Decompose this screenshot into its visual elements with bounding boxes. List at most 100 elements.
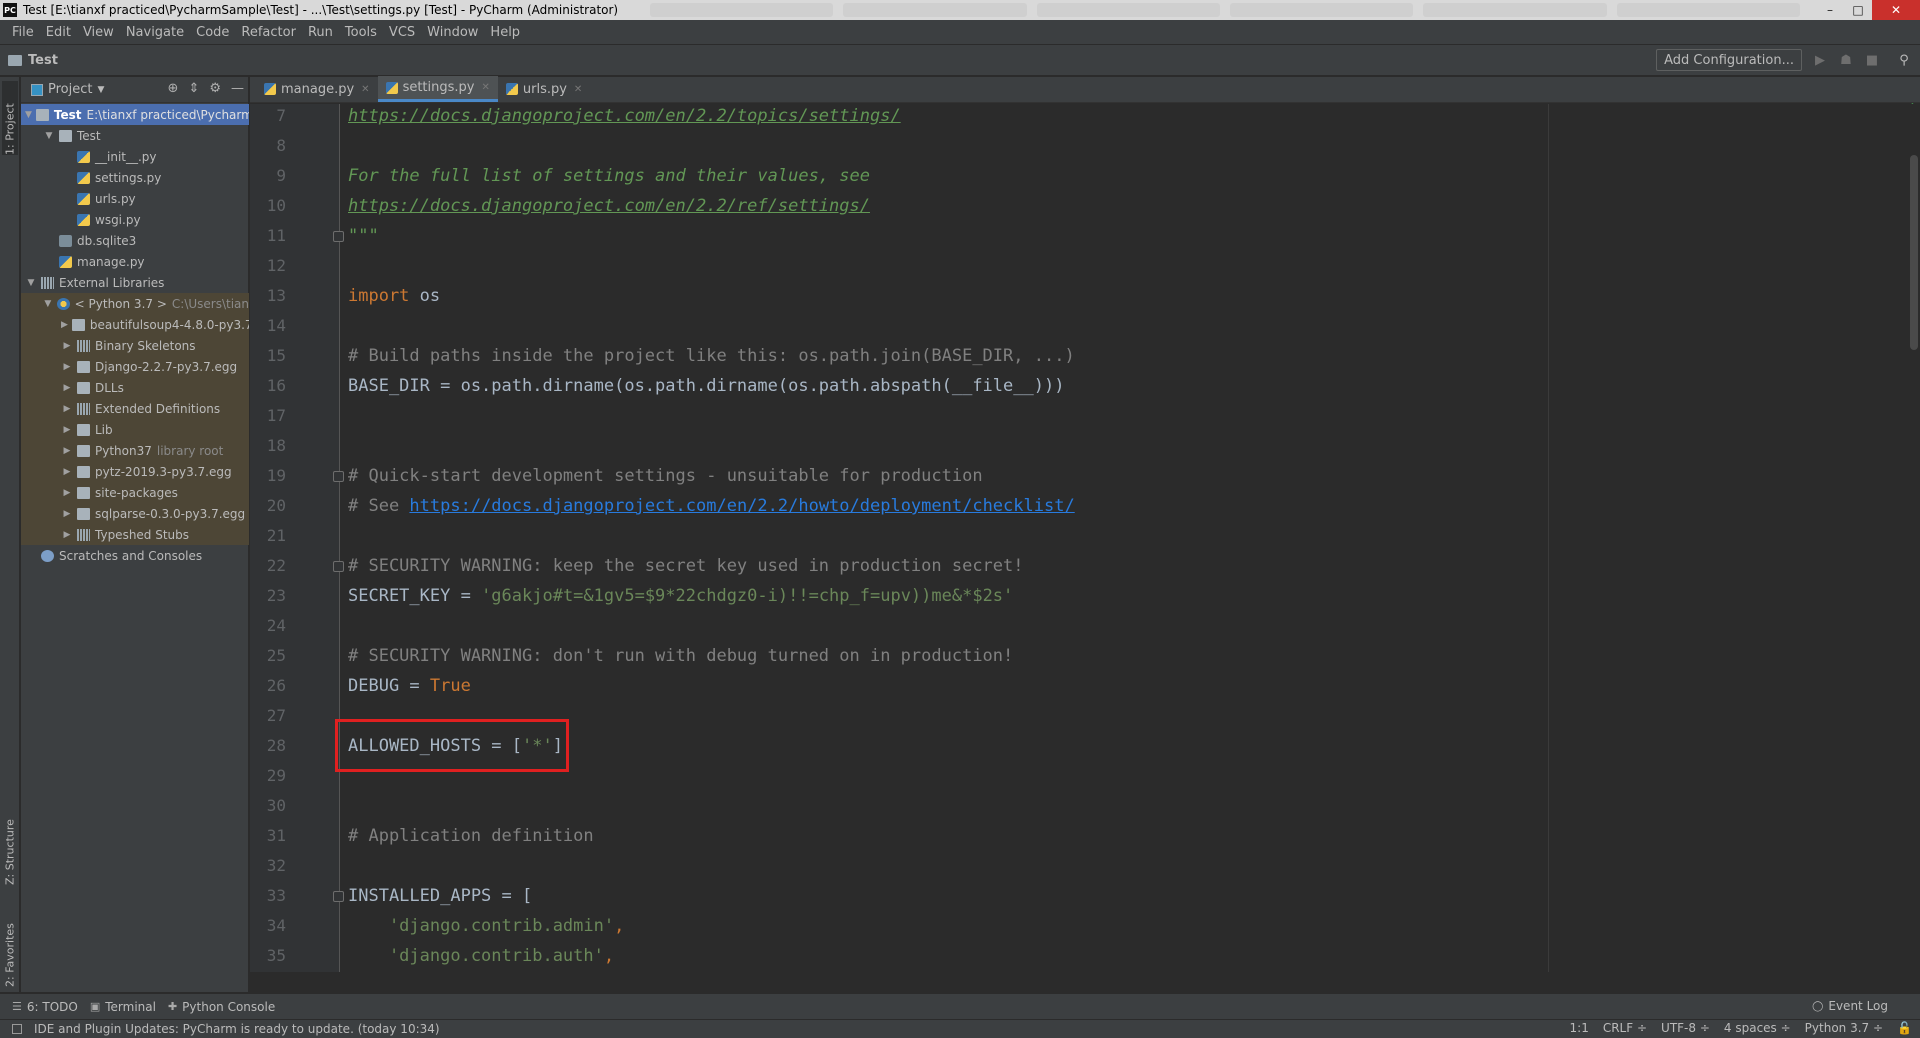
tree-item[interactable]: wsgi.py [21, 209, 249, 230]
add-configuration-button[interactable]: Add Configuration... [1656, 49, 1802, 71]
chevron-down-icon[interactable]: ▼ [25, 278, 37, 288]
line-separator[interactable]: CRLF ÷ [1603, 1021, 1647, 1035]
favorites-tool-tab[interactable]: 2: Favorites [2, 907, 18, 987]
code-line: INSTALLED_APPS = [ [348, 881, 532, 911]
stop-icon[interactable]: ■ [1864, 52, 1880, 68]
tree-item[interactable]: ▶ beautifulsoup4-4.8.0-py3.7 [21, 314, 249, 335]
close-icon[interactable]: ✕ [481, 82, 489, 93]
menu-view[interactable]: View [77, 25, 120, 40]
code-token: """ [348, 226, 379, 246]
breadcrumb[interactable]: Test [8, 53, 58, 68]
menu-window[interactable]: Window [421, 25, 484, 40]
menu-tools[interactable]: Tools [339, 25, 383, 40]
python-interpreter[interactable]: Python 3.7 ÷ [1805, 1021, 1883, 1035]
line-number: 18 [266, 436, 286, 455]
chevron-right-icon[interactable]: ▶ [61, 320, 68, 330]
fold-marker-icon[interactable] [333, 561, 344, 572]
close-window-button[interactable]: ✕ [1872, 0, 1920, 20]
tree-item[interactable]: urls.py [21, 188, 249, 209]
collapse-all-icon[interactable]: ⇕ [188, 81, 199, 96]
structure-tool-tab[interactable]: Z: Structure [2, 805, 18, 885]
search-icon[interactable]: ⚲ [1896, 52, 1912, 68]
project-tool-tab[interactable]: 1: Project [2, 81, 18, 155]
menu-help[interactable]: Help [484, 25, 526, 40]
tree-item[interactable]: ▶ sqlparse-0.3.0-py3.7.egg [21, 503, 249, 524]
chevron-down-icon[interactable]: ▼ [43, 299, 53, 309]
tree-item[interactable]: ▼ Test [21, 125, 249, 146]
chevron-right-icon[interactable]: ▶ [61, 404, 73, 414]
gear-icon[interactable]: ⚙ [209, 81, 221, 96]
editor-tab-manage-py[interactable]: manage.py ✕ [256, 76, 378, 102]
menu-edit[interactable]: Edit [40, 25, 77, 40]
fold-marker-icon[interactable] [333, 471, 344, 482]
editor-scrollbar-thumb[interactable] [1910, 155, 1918, 350]
tree-item[interactable]: db.sqlite3 [21, 230, 249, 251]
folder-icon [35, 108, 49, 121]
tool-window--todo[interactable]: ☰ 6: TODO [12, 1000, 78, 1014]
tree-item[interactable]: ▶ pytz-2019.3-py3.7.egg [21, 461, 249, 482]
tree-item[interactable]: ▼ External Libraries [21, 272, 249, 293]
event-log-button[interactable]: ◯ Event Log [1812, 999, 1888, 1013]
tree-item[interactable]: ▶ Lib [21, 419, 249, 440]
chevron-right-icon[interactable]: ▶ [61, 530, 73, 540]
fold-marker-icon[interactable] [333, 231, 344, 242]
maximize-button[interactable]: □ [1844, 0, 1872, 20]
menu-file[interactable]: File [6, 25, 40, 40]
window-title: Test [E:\tianxf practiced\PycharmSample\… [23, 3, 619, 17]
chevron-right-icon[interactable]: ▶ [61, 383, 73, 393]
tree-item[interactable]: ▶ Typeshed Stubs [21, 524, 249, 545]
close-icon[interactable]: ✕ [361, 84, 369, 95]
debug-icon[interactable]: ☗ [1838, 52, 1854, 68]
chevron-down-icon[interactable]: ▼ [25, 110, 32, 120]
python-file-icon [385, 81, 398, 94]
editor-tab-settings-py[interactable]: settings.py ✕ [377, 76, 498, 102]
project-view-dropdown[interactable]: Project ▼ [31, 82, 104, 97]
status-toggle-icon[interactable] [12, 1024, 22, 1034]
tree-item[interactable]: Scratches and Consoles [21, 545, 249, 566]
chevron-right-icon[interactable]: ▶ [61, 446, 73, 456]
caret-position[interactable]: 1:1 [1570, 1021, 1589, 1035]
chevron-right-icon[interactable]: ▶ [61, 509, 73, 519]
tool-window-icon: ✚ [167, 1000, 178, 1013]
tree-item[interactable]: ▶ Django-2.2.7-py3.7.egg [21, 356, 249, 377]
tree-item[interactable]: ▶ DLLs [21, 377, 249, 398]
tree-item[interactable]: __init__.py [21, 146, 249, 167]
chevron-right-icon[interactable]: ▶ [61, 341, 73, 351]
lock-icon[interactable]: 🔓 [1897, 1021, 1912, 1035]
chevron-down-icon[interactable]: ▼ [43, 131, 55, 141]
tree-item[interactable]: ▶ site-packages [21, 482, 249, 503]
close-icon[interactable]: ✕ [574, 84, 582, 95]
tree-item-label: pytz-2019.3-py3.7.egg [95, 464, 232, 479]
tree-item[interactable]: ▼ < Python 3.7 > C:\Users\tian [21, 293, 249, 314]
menu-vcs[interactable]: VCS [383, 25, 421, 40]
tool-window-python-console[interactable]: ✚ Python Console [168, 1000, 275, 1014]
indent-setting[interactable]: 4 spaces ÷ [1724, 1021, 1791, 1035]
chevron-right-icon[interactable]: ▶ [61, 362, 73, 372]
menu-navigate[interactable]: Navigate [120, 25, 190, 40]
tree-item[interactable]: ▼ Test E:\tianxf practiced\Pycharm [21, 104, 249, 125]
annotation-highlight-box [335, 719, 569, 772]
tool-window-terminal[interactable]: ▣ Terminal [90, 1000, 156, 1014]
locate-file-icon[interactable]: ⊕ [168, 81, 179, 96]
hide-panel-icon[interactable]: — [231, 81, 244, 96]
minimize-button[interactable]: – [1816, 0, 1844, 20]
tree-item[interactable]: manage.py [21, 251, 249, 272]
editor-tab-urls-py[interactable]: urls.py ✕ [498, 76, 590, 102]
tree-item[interactable]: settings.py [21, 167, 249, 188]
tree-item-label: External Libraries [59, 275, 165, 290]
tree-item[interactable]: ▶ Binary Skeletons [21, 335, 249, 356]
chevron-right-icon[interactable]: ▶ [61, 488, 73, 498]
status-message[interactable]: IDE and Plugin Updates: PyCharm is ready… [34, 1022, 440, 1036]
tree-item[interactable]: ▶ Python37 library root [21, 440, 249, 461]
menu-run[interactable]: Run [302, 25, 339, 40]
file-encoding[interactable]: UTF-8 ÷ [1661, 1021, 1710, 1035]
menu-code[interactable]: Code [190, 25, 235, 40]
chevron-right-icon[interactable]: ▶ [61, 467, 73, 477]
run-icon[interactable]: ▶ [1812, 52, 1828, 68]
tree-item[interactable]: ▶ Extended Definitions [21, 398, 249, 419]
menu-refactor[interactable]: Refactor [235, 25, 302, 40]
fold-marker-icon[interactable] [333, 891, 344, 902]
line-number: 11 [266, 226, 286, 245]
folder-icon [77, 486, 90, 499]
chevron-right-icon[interactable]: ▶ [61, 425, 73, 435]
